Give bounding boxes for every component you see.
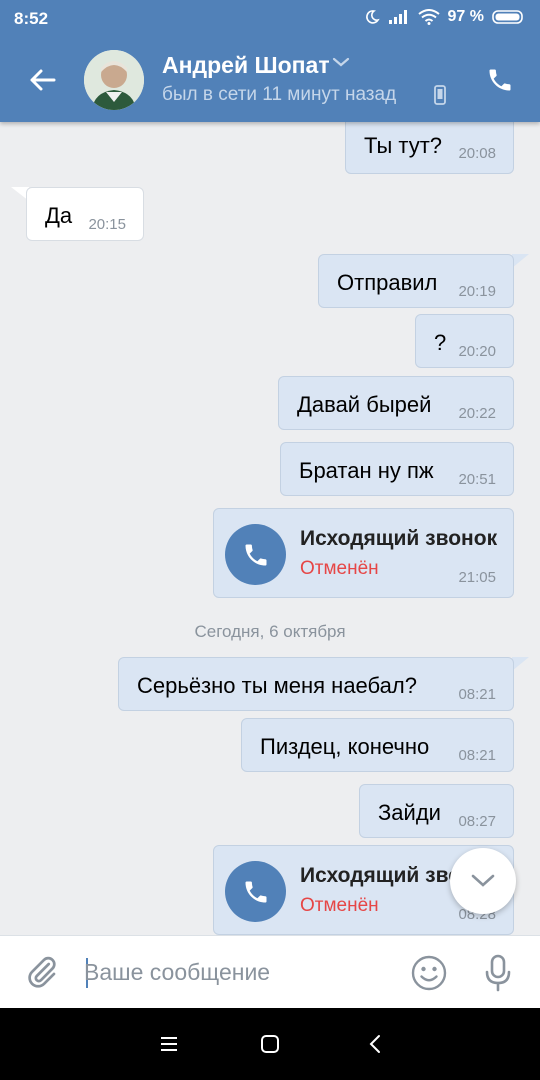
message-time: 20:15 <box>88 216 126 233</box>
message-text: Да <box>45 203 73 228</box>
message-text: Братан ну пж <box>299 458 434 483</box>
message-outgoing[interactable]: Отправил 20:19 <box>318 254 514 308</box>
message-time: 08:21 <box>458 686 496 703</box>
message-time: 21:05 <box>458 569 496 586</box>
chevron-down-icon[interactable] <box>332 56 350 68</box>
call-status: Отменён <box>300 558 379 579</box>
phone-icon <box>489 69 511 91</box>
message-list[interactable]: Ты тут? 20:08 Да 20:15 Отправил 20:19 ? … <box>0 122 540 935</box>
message-time: 20:08 <box>458 145 496 162</box>
emoji-button[interactable] <box>410 954 448 997</box>
status-time: 8:52 <box>14 9 49 28</box>
contact-name[interactable]: Андрей Шопат <box>162 52 330 79</box>
mobile-device-icon <box>434 85 446 105</box>
smile-icon <box>411 955 447 991</box>
message-text: Пиздец, конечно <box>260 734 430 759</box>
call-icon-circle <box>225 861 286 922</box>
avatar[interactable] <box>84 50 144 110</box>
bubble-tail <box>512 254 529 268</box>
back-nav-button[interactable] <box>363 1032 387 1056</box>
menu-nav-button[interactable] <box>157 1032 181 1056</box>
voice-message-button[interactable] <box>484 953 512 998</box>
phone-icon <box>245 881 266 902</box>
paperclip-icon <box>28 956 56 988</box>
phone-icon <box>245 544 266 565</box>
message-text: Серьёзно ты меня наебал? <box>137 673 417 698</box>
moon-icon <box>365 10 380 24</box>
status-bar: 8:52 97 % <box>0 0 540 38</box>
system-nav-bar <box>0 1008 540 1080</box>
message-text: Ты тут? <box>364 133 443 158</box>
message-time: 20:19 <box>458 283 496 300</box>
message-outgoing[interactable]: Зайди 08:27 <box>359 784 514 838</box>
message-outgoing[interactable]: Давай бырей 20:22 <box>278 376 514 430</box>
message-time: 20:20 <box>458 343 496 360</box>
home-nav-button[interactable] <box>258 1032 282 1056</box>
back-chevron-icon <box>369 1035 380 1053</box>
status-icons: 97 % <box>364 8 526 26</box>
bubble-tail <box>512 657 529 671</box>
message-text: Отправил <box>337 270 438 295</box>
message-text: Давай бырей <box>297 392 432 417</box>
back-button[interactable] <box>22 60 62 100</box>
menu-icon <box>161 1037 177 1051</box>
attach-button[interactable] <box>24 954 60 997</box>
message-time: 08:27 <box>458 813 496 830</box>
contact-status: был в сети 11 минут назад <box>162 84 397 105</box>
call-message[interactable]: Исходящий звонок Отменён 21:05 <box>213 508 514 598</box>
avatar-image <box>84 50 144 110</box>
signal-icon <box>388 10 407 24</box>
message-incoming[interactable]: Да 20:15 <box>26 187 144 241</box>
call-icon-circle <box>225 524 286 585</box>
chat-header: 8:52 97 % Андрей Шопат был в сети 11 мин… <box>0 0 540 122</box>
chevron-down-icon <box>471 874 495 887</box>
message-input[interactable] <box>84 952 384 992</box>
message-time: 20:51 <box>458 471 496 488</box>
home-square-icon <box>261 1035 279 1053</box>
message-time: 20:22 <box>458 405 496 422</box>
message-outgoing[interactable]: ? 20:20 <box>415 314 514 368</box>
date-separator: Сегодня, 6 октября <box>194 622 346 641</box>
battery-percent: 97 % <box>447 8 484 25</box>
scroll-down-button[interactable] <box>450 848 516 914</box>
call-title: Исходящий звонок <box>300 527 498 550</box>
battery-icon <box>492 10 523 24</box>
message-outgoing[interactable]: Братан ну пж 20:51 <box>280 442 514 496</box>
back-arrow-icon <box>30 69 56 91</box>
mic-icon <box>485 954 511 992</box>
message-time: 08:21 <box>458 747 496 764</box>
message-outgoing[interactable]: Ты тут? 20:08 <box>345 122 514 174</box>
call-status: Отменён <box>300 895 379 916</box>
message-outgoing[interactable]: Пиздец, конечно 08:21 <box>241 718 514 772</box>
toolbar: Андрей Шопат был в сети 11 минут назад <box>0 38 540 122</box>
call-button[interactable] <box>482 62 518 98</box>
message-outgoing[interactable]: Серьёзно ты меня наебал? 08:21 <box>118 657 514 711</box>
message-composer <box>0 935 540 1008</box>
message-text: Зайди <box>378 800 441 825</box>
message-text: ? <box>434 330 447 355</box>
wifi-icon <box>417 9 440 25</box>
